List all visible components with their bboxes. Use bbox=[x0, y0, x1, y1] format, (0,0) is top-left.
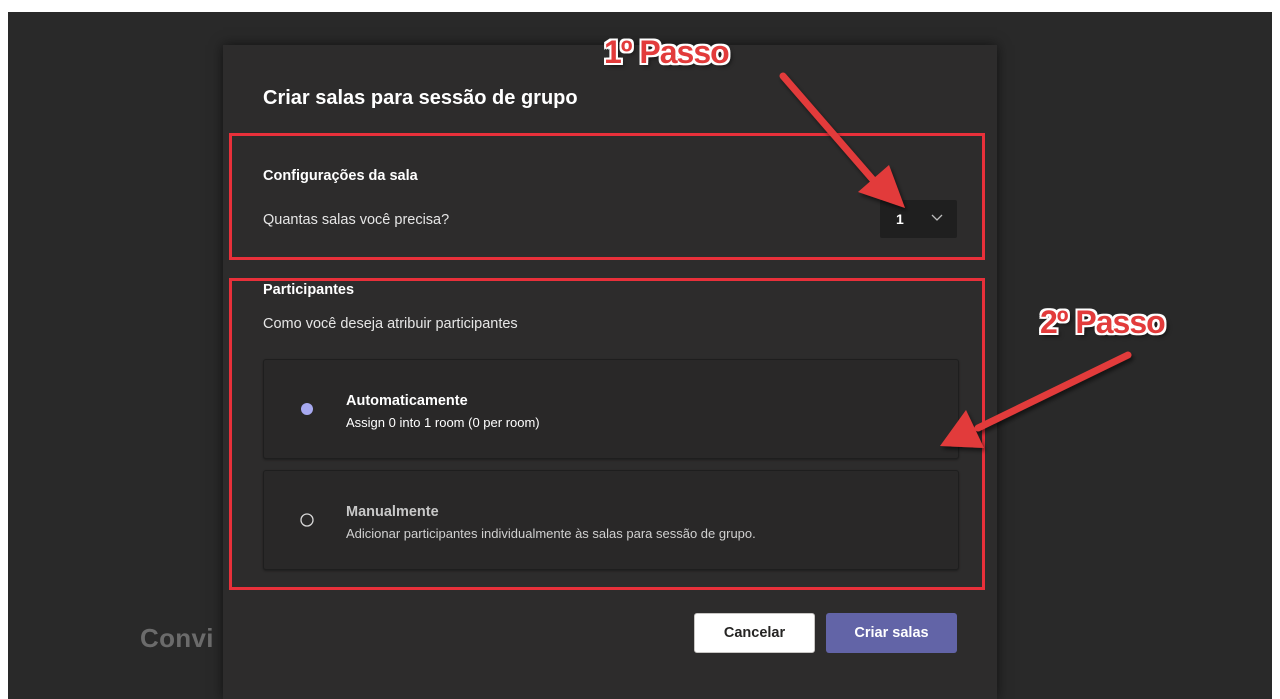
annotation-arrows bbox=[779, 72, 1132, 448]
step1-arrow bbox=[779, 72, 905, 208]
step2-arrow bbox=[940, 351, 1132, 448]
step1-label: 1º Passo bbox=[604, 34, 730, 70]
step2-label: 2º Passo bbox=[1040, 304, 1166, 340]
